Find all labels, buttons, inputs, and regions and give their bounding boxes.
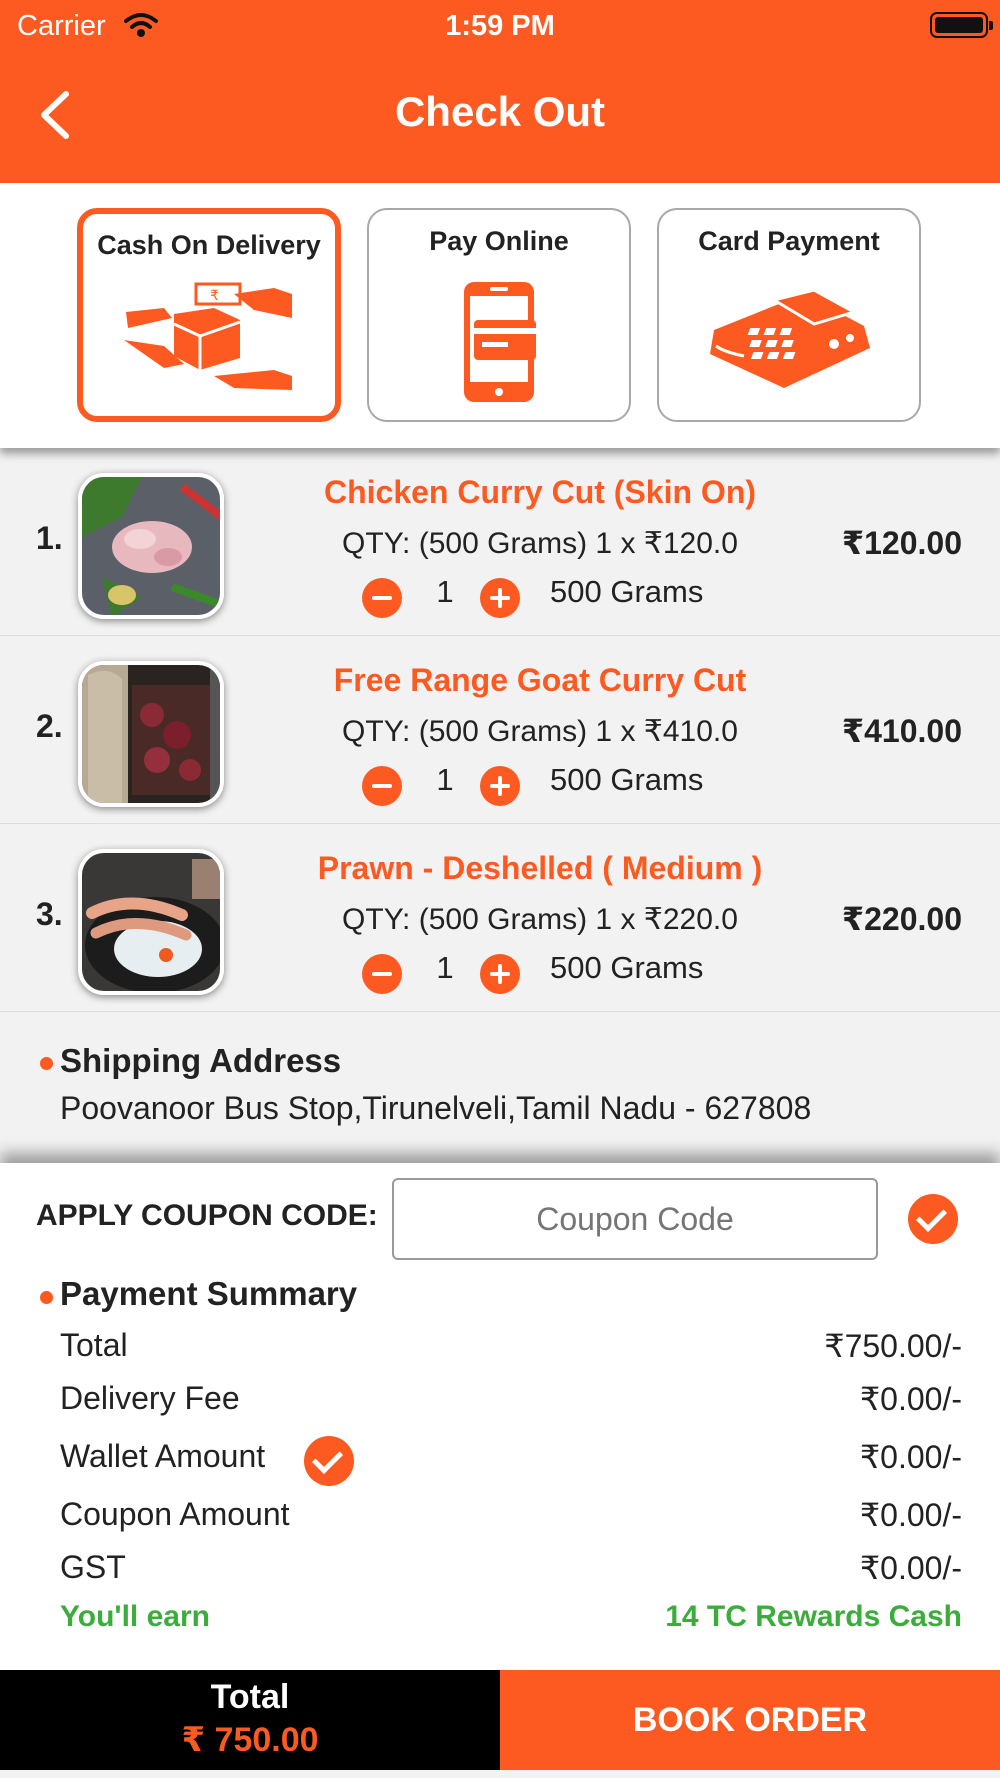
wallet-amount-label: Wallet Amount xyxy=(60,1438,266,1474)
summary-total-value: ₹750.00/- xyxy=(824,1328,962,1364)
cart-items-list: 1. Chicken Curry Cut (Skin On) QTY: (500… xyxy=(0,448,1000,1012)
payment-option-cash-on-delivery[interactable]: Cash On Delivery ₹ xyxy=(77,208,341,422)
wallet-amount-value: ₹0.00/- xyxy=(859,1439,962,1475)
coupon-amount-label: Coupon Amount xyxy=(60,1496,290,1532)
bottom-strip xyxy=(0,1770,1000,1778)
item-price: ₹410.00 xyxy=(841,713,962,749)
svg-text:₹: ₹ xyxy=(210,288,219,304)
shipping-address-section: Shipping Address Poovanoor Bus Stop,Tiru… xyxy=(0,1020,1000,1165)
increase-quantity-button[interactable] xyxy=(480,766,520,806)
mobile-payment-icon xyxy=(464,282,536,402)
item-index: 2. xyxy=(36,708,63,744)
item-name: Prawn - Deshelled ( Medium ) xyxy=(317,850,763,886)
page-title: Check Out xyxy=(394,88,606,135)
payment-option-pay-online[interactable]: Pay Online xyxy=(367,208,631,422)
decrease-quantity-button[interactable] xyxy=(362,766,402,806)
item-index: 3. xyxy=(36,896,63,932)
item-qty-detail: QTY: (500 Grams) 1 x ₹120.0 xyxy=(342,527,738,560)
checkout-footer: Total ₹ 750.00 BOOK ORDER xyxy=(0,1670,1000,1770)
book-order-button[interactable]: BOOK ORDER xyxy=(500,1670,1000,1770)
gst-value: ₹0.00/- xyxy=(859,1550,962,1586)
bullet-dot-icon xyxy=(40,1057,53,1070)
item-price: ₹120.00 xyxy=(841,525,962,561)
item-unit: 500 Grams xyxy=(550,950,704,985)
item-image-prawn[interactable] xyxy=(78,849,224,995)
payment-option-label: Pay Online xyxy=(429,226,569,256)
payment-option-label: Cash On Delivery xyxy=(97,230,321,260)
item-image-goat[interactable] xyxy=(78,661,224,807)
quantity-stepper: 1 500 Grams xyxy=(360,950,800,994)
item-quantity: 1 xyxy=(436,762,454,797)
cart-item: 2. Free Range Goat Curry Cut QTY: (500 G… xyxy=(0,636,1000,824)
delivery-fee-value: ₹0.00/- xyxy=(859,1381,962,1417)
coupon-label: APPLY COUPON CODE: xyxy=(36,1199,378,1232)
cash-delivery-icon: ₹ xyxy=(124,282,292,390)
app-header: Carrier 1:59 PM Check Out xyxy=(0,0,1000,183)
item-quantity: 1 xyxy=(436,574,454,609)
status-time: 1:59 PM xyxy=(445,10,555,42)
item-quantity: 1 xyxy=(436,950,454,985)
gst-label: GST xyxy=(60,1549,126,1585)
delivery-fee-label: Delivery Fee xyxy=(60,1380,240,1416)
quantity-stepper: 1 500 Grams xyxy=(360,762,800,806)
item-index: 1. xyxy=(36,520,63,556)
item-unit: 500 Grams xyxy=(550,574,704,609)
decrease-quantity-button[interactable] xyxy=(362,954,402,994)
increase-quantity-button[interactable] xyxy=(480,578,520,618)
increase-quantity-button[interactable] xyxy=(480,954,520,994)
item-price: ₹220.00 xyxy=(841,901,962,937)
wallet-toggle-check-button[interactable] xyxy=(304,1436,354,1486)
summary-total-label: Total xyxy=(60,1327,128,1363)
item-qty-detail: QTY: (500 Grams) 1 x ₹220.0 xyxy=(342,903,738,936)
cart-item: 1. Chicken Curry Cut (Skin On) QTY: (500… xyxy=(0,448,1000,636)
footer-total-label: Total xyxy=(210,1678,290,1716)
decrease-quantity-button[interactable] xyxy=(362,578,402,618)
payment-option-label: Card Payment xyxy=(698,226,880,256)
footer-total-value: ₹ 750.00 xyxy=(181,1721,319,1759)
checkout-summary-panel: APPLY COUPON CODE: Payment Summary Total… xyxy=(0,1163,1000,1670)
item-unit: 500 Grams xyxy=(550,762,704,797)
item-name: Free Range Goat Curry Cut xyxy=(333,662,747,698)
apply-coupon-check-button[interactable] xyxy=(908,1194,958,1244)
footer-total: Total ₹ 750.00 xyxy=(0,1670,500,1770)
payment-summary-title: Payment Summary xyxy=(60,1275,358,1312)
item-qty-detail: QTY: (500 Grams) 1 x ₹410.0 xyxy=(342,715,738,748)
shipping-address-text: Poovanoor Bus Stop,Tirunelveli,Tamil Nad… xyxy=(60,1090,812,1126)
status-bar: Carrier 1:59 PM xyxy=(0,0,1000,50)
quantity-stepper: 1 500 Grams xyxy=(360,574,800,618)
card-machine-icon xyxy=(710,290,870,388)
coupon-code-input[interactable] xyxy=(392,1178,878,1260)
rewards-label: You'll earn xyxy=(60,1600,210,1633)
bullet-dot-icon xyxy=(40,1291,53,1304)
shipping-address-title: Shipping Address xyxy=(60,1042,342,1079)
item-name: Chicken Curry Cut (Skin On) xyxy=(323,474,757,510)
payment-method-selector: Cash On Delivery ₹ Pay Online Card Payme… xyxy=(0,183,1000,448)
cart-item: 3. Prawn - Deshelled ( Medium ) QTY: (50… xyxy=(0,824,1000,1012)
payment-option-card-payment[interactable]: Card Payment xyxy=(657,208,921,422)
coupon-amount-value: ₹0.00/- xyxy=(859,1497,962,1533)
item-image-chicken[interactable] xyxy=(78,473,224,619)
battery-icon xyxy=(930,12,993,38)
rewards-value: 14 TC Rewards Cash xyxy=(665,1600,962,1633)
